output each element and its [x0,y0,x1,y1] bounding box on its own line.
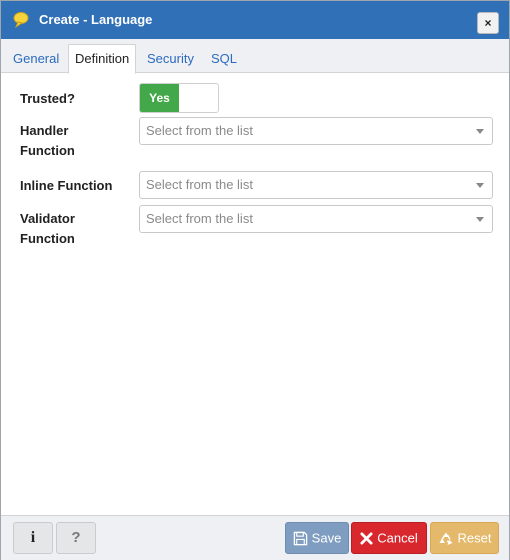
handler-function-label: Handler Function [20,121,75,161]
validator-select-placeholder: Select from the list [146,211,253,226]
toggle-on-state: Yes [140,84,179,112]
recycle-icon [438,531,454,547]
help-icon: ? [71,529,81,546]
info-icon: i [30,529,36,546]
handler-select-placeholder: Select from the list [146,123,253,138]
handler-label-line1: Handler [20,123,69,138]
chevron-down-icon [476,129,484,134]
floppy-disk-icon [293,531,308,546]
handler-function-select[interactable]: Select from the list [139,117,493,145]
tab-sql[interactable]: SQL [205,45,243,72]
x-icon [360,532,373,545]
dialog-titlebar[interactable]: Create - Language × [1,1,509,39]
tab-security[interactable]: Security [141,45,200,72]
save-button[interactable]: Save [285,522,349,554]
chevron-down-icon [476,183,484,188]
cancel-label: Cancel [377,530,418,546]
validator-label-line2: Function [20,231,75,246]
inline-function-select[interactable]: Select from the list [139,171,493,199]
validator-function-select[interactable]: Select from the list [139,205,493,233]
tab-general[interactable]: General [7,45,65,72]
close-icon: × [484,16,492,30]
info-button[interactable]: i [13,522,53,554]
handler-label-line2: Function [20,143,75,158]
validator-function-label: Validator Function [20,209,75,249]
trusted-toggle[interactable]: Yes [139,83,219,113]
help-button[interactable]: ? [56,522,96,554]
tab-definition[interactable]: Definition [68,44,137,74]
close-button[interactable]: × [477,12,499,34]
reset-label: Reset [457,530,492,546]
definition-panel: Trusted? Yes Handler Function Select fro… [1,73,509,515]
chevron-down-icon [476,217,484,222]
inline-select-placeholder: Select from the list [146,177,253,192]
validator-label-line1: Validator [20,211,75,226]
speech-bubble-icon [11,10,31,30]
cancel-button[interactable]: Cancel [351,522,427,554]
trusted-label: Trusted? [20,91,75,106]
dialog-title: Create - Language [39,12,153,27]
dialog-footer: i ? Save Cancel Reset [1,515,509,560]
reset-button[interactable]: Reset [430,522,499,554]
create-language-dialog: Create - Language × General Definition S… [0,0,510,560]
inline-function-label: Inline Function [20,178,113,193]
save-label: Save [311,530,342,546]
tab-bar: General Definition Security SQL [1,39,509,74]
